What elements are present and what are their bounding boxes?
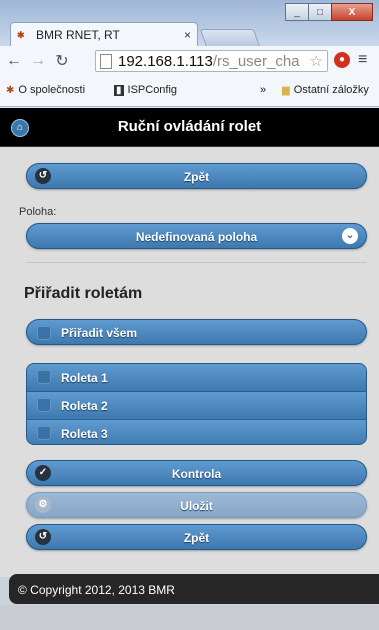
save-button[interactable]: ⚙ Uložit [26,492,367,518]
other-bookmarks-folder[interactable]: ▆ Ostatní záložky [282,84,369,96]
address-bar[interactable]: 192.168.1.113 /rs_user_cha ☆ [95,50,328,72]
forward-arrow-icon[interactable]: → [28,52,48,70]
position-label: Poloha: [19,206,57,218]
tab-title: BMR RNET, RT [36,27,120,42]
other-bookmarks-label: Ostatní záložky [293,84,369,96]
blind-label: Roleta 3 [61,427,108,441]
reload-icon[interactable]: ↻ [52,51,72,71]
position-select-value: Nedefinovaná poloha [135,230,258,244]
back-button-top[interactable]: ↺ Zpět [26,163,367,189]
blinds-checkbox-group: Roleta 1 Roleta 2 Roleta 3 [26,363,367,445]
new-tab-button[interactable] [199,29,261,47]
browser-toolbar: ← → ↻ 192.168.1.113 /rs_user_cha ☆ ● ≡ [0,46,379,76]
page-header: ⌂ Ruční ovládání rolet [0,108,379,147]
bookmark-item[interactable]: ▮ ISPConfig [114,84,177,96]
favicon-icon: ✱ [6,84,15,96]
star-icon[interactable]: ☆ [310,52,323,70]
blind-checkbox-3[interactable]: Roleta 3 [27,420,366,444]
bookmark-label: ISPConfig [127,84,178,96]
back-arrow-icon[interactable]: ← [4,52,24,70]
page-title: Ruční ovládání rolet [117,118,262,135]
blind-label: Roleta 2 [61,399,108,413]
favicon-icon: ✱ [17,29,25,40]
position-select[interactable]: Nedefinovaná poloha ⌄ [26,223,367,249]
back-button-label: Zpět [183,170,210,184]
bookmarks-bar: ✱ O společnosti ▮ ISPConfig » ▆ Ostatní … [0,76,379,107]
bookmark-label: O společnosti [18,84,86,96]
page-content: ↺ Zpět Poloha: Nedefinovaná poloha ⌄ Při… [0,147,379,577]
maximize-button[interactable]: □ [308,3,332,21]
bookmark-item[interactable]: ✱ O společnosti [6,84,85,96]
browser-chrome: _ □ X ✱ BMR RNET, RT × ← → ↻ 192.168.1.1… [0,0,379,108]
page-footer: © Copyright 2012, 2013 BMR [9,574,379,604]
chevron-down-icon: ⌄ [342,228,358,244]
browser-tab[interactable]: ✱ BMR RNET, RT × [10,22,198,46]
blind-label: Roleta 1 [61,371,108,385]
copyright-text: © Copyright 2012, 2013 BMR [18,583,175,597]
checkbox-icon [37,326,51,340]
close-window-button[interactable]: X [331,3,373,21]
ispconfig-icon: ▮ [114,84,124,96]
assign-all-label: Přiřadit všem [61,326,138,340]
checkbox-icon [37,398,51,412]
page-icon [100,53,112,69]
save-button-label: Uložit [180,499,213,513]
extension-icon[interactable]: ● [334,52,350,68]
blind-checkbox-1[interactable]: Roleta 1 [27,364,366,392]
tab-close-icon[interactable]: × [184,28,191,42]
window-controls: _ □ X [285,3,373,21]
check-button-label: Kontrola [171,467,222,481]
back-button-label: Zpět [183,531,210,545]
url-path: /rs_user_cha [212,52,300,70]
back-button-bottom[interactable]: ↺ Zpět [26,524,367,550]
minimize-button[interactable]: _ [285,3,309,21]
checkbox-icon [37,370,51,384]
divider [26,262,367,263]
checkbox-icon [37,426,51,440]
menu-icon[interactable]: ≡ [358,51,367,69]
bookmarks-overflow-button[interactable]: » [260,84,266,96]
check-button[interactable]: ✓ Kontrola [26,460,367,486]
url-host: 192.168.1.113 [118,52,213,70]
assign-section-title: Přiřadit roletám [24,285,143,302]
folder-icon: ▆ [282,84,290,96]
blind-checkbox-2[interactable]: Roleta 2 [27,392,366,420]
assign-all-checkbox[interactable]: Přiřadit všem [26,319,367,345]
page-bottom-area [0,605,379,630]
